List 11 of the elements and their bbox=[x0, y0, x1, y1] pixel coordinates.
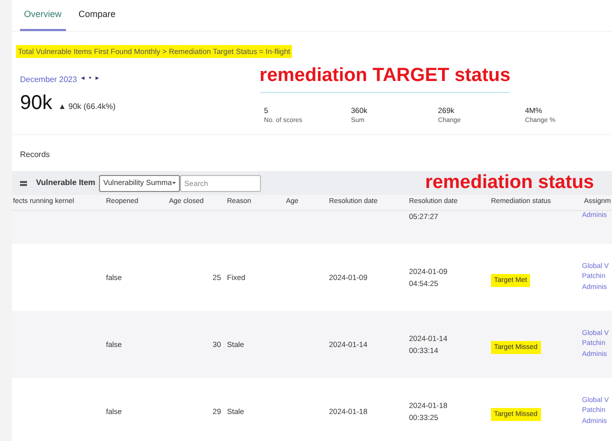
records-title: Records bbox=[20, 150, 50, 159]
kpi-value: 90k bbox=[20, 90, 52, 116]
menu-icon[interactable] bbox=[20, 180, 27, 186]
period-label: December 2023 bbox=[20, 74, 77, 86]
kpi-change: ▲ 90k (66.4k%) bbox=[58, 100, 116, 112]
table-label: Vulnerable Item bbox=[36, 177, 96, 189]
annotation-text: remediation TARGET status bbox=[260, 62, 510, 93]
tab[interactable]: Overview bbox=[20, 8, 66, 30]
tab[interactable]: Compare bbox=[78, 8, 117, 30]
caret-icon bbox=[172, 182, 176, 184]
annotation-text: remediation status bbox=[425, 170, 594, 195]
